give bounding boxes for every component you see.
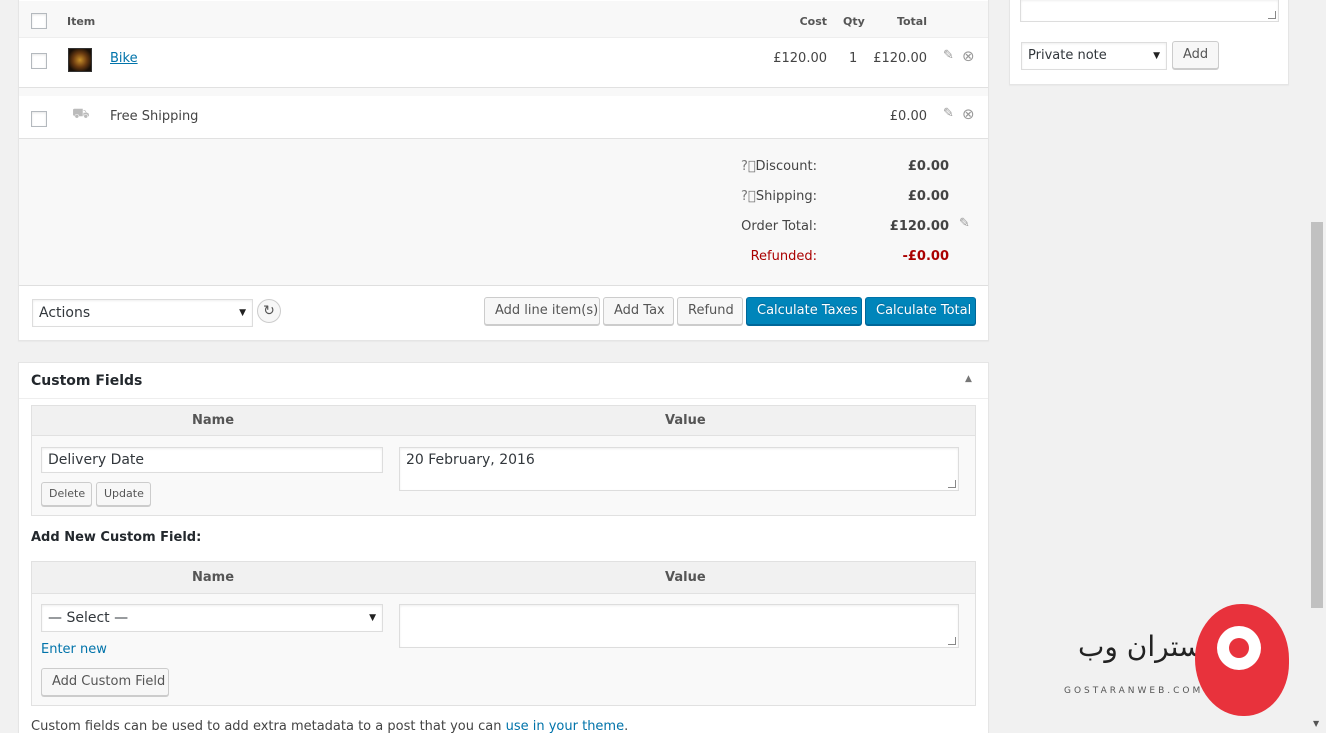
delete-field-button[interactable]: Delete: [41, 482, 92, 506]
select-all-checkbox[interactable]: [31, 13, 47, 29]
watermark-logo: گستران وب GOSTARANWEB.COM: [1060, 600, 1300, 720]
custom-fields-table-header: [32, 406, 975, 436]
value-column-header: Value: [665, 413, 706, 428]
scroll-down-arrow-icon[interactable]: ▼: [1313, 719, 1319, 728]
custom-field-value-text: 20 February, 2016: [406, 452, 535, 468]
shipping-name: Free Shipping: [110, 109, 199, 124]
scrollbar-thumb[interactable]: [1311, 222, 1323, 608]
discount-label: Discount:: [755, 159, 817, 174]
line-item-checkbox[interactable]: [31, 53, 47, 69]
shipping-value: £0.00: [907, 189, 949, 204]
custom-field-name-input[interactable]: Delivery Date: [41, 447, 383, 473]
edit-pencil-icon[interactable]: ✎: [943, 48, 954, 63]
edit-pencil-icon[interactable]: ✎: [943, 106, 954, 121]
watermark-domain-text: GOSTARANWEB.COM: [1064, 686, 1204, 696]
custom-fields-help-text: Custom fields can be used to add extra m…: [31, 719, 628, 733]
new-field-table-header: [32, 562, 975, 594]
product-thumbnail[interactable]: [68, 48, 92, 72]
chevron-down-icon: ▼: [369, 613, 376, 623]
row-separator: [19, 88, 988, 96]
add-custom-field-button[interactable]: Add Custom Field: [41, 668, 169, 696]
order-notes-panel: Private note ▼ Add: [1009, 0, 1289, 85]
custom-fields-panel: Custom Fields ▲ Name Value Delivery Date…: [18, 362, 989, 733]
qty-column-header: Qty: [843, 15, 865, 28]
note-textarea[interactable]: [1020, 0, 1279, 22]
delete-circle-icon[interactable]: ⊗: [962, 47, 975, 65]
actions-select-value: Actions: [39, 305, 91, 321]
product-link[interactable]: Bike: [110, 51, 138, 66]
custom-field-name-value: Delivery Date: [48, 452, 145, 468]
help-text-body: Custom fields can be used to add extra m…: [31, 719, 506, 733]
calculate-taxes-button[interactable]: Calculate Taxes: [746, 297, 862, 325]
resize-handle-icon[interactable]: [1268, 11, 1276, 19]
line-item-row: Bike £120.00 1 £120.00 ✎ ⊗: [19, 38, 988, 88]
edit-pencil-icon[interactable]: ✎: [959, 216, 970, 231]
name-column-header: Name: [192, 570, 235, 585]
resize-handle-icon[interactable]: [948, 480, 956, 488]
vertical-scrollbar[interactable]: ▼: [1308, 0, 1326, 733]
line-item-total: £120.00: [873, 51, 927, 66]
note-type-value: Private note: [1028, 48, 1107, 63]
collapse-arrow-icon[interactable]: ▲: [965, 374, 972, 384]
shipping-checkbox[interactable]: [31, 111, 47, 127]
reload-icon[interactable]: ↻: [257, 299, 281, 323]
shipping-row: ⛟ Free Shipping £0.00 ✎ ⊗: [19, 96, 988, 139]
add-line-items-button[interactable]: Add line item(s): [484, 297, 600, 325]
emblem-inner-dot: [1229, 638, 1249, 658]
custom-fields-table: Name Value Delivery Date 20 February, 20…: [31, 405, 976, 516]
delete-circle-icon[interactable]: ⊗: [962, 105, 975, 123]
add-tax-button[interactable]: Add Tax: [603, 297, 674, 325]
truck-icon: ⛟: [72, 106, 90, 122]
custom-fields-header[interactable]: Custom Fields ▲: [19, 363, 988, 399]
refunded-label: Refunded:: [750, 249, 817, 264]
use-in-theme-link[interactable]: use in your theme: [506, 719, 625, 733]
line-item-cost: £120.00: [773, 51, 827, 66]
custom-fields-title: Custom Fields: [31, 373, 143, 389]
watermark-emblem-icon: [1195, 604, 1289, 716]
refund-button[interactable]: Refund: [677, 297, 743, 325]
bulk-actions-select[interactable]: Actions ▼: [32, 299, 253, 327]
new-custom-field-table: Name Value — Select — ▼ Enter new Add Cu…: [31, 561, 976, 706]
order-total-value: £120.00: [889, 219, 949, 234]
order-items-panel: Item Cost Qty Total Bike £120.00 1 £120.…: [18, 0, 989, 341]
value-column-header: Value: [665, 570, 706, 585]
update-field-button[interactable]: Update: [96, 482, 151, 506]
calculate-total-button[interactable]: Calculate Total: [865, 297, 976, 325]
enter-new-link[interactable]: Enter new: [41, 642, 107, 657]
shipping-label: Shipping:: [755, 189, 817, 204]
total-column-header: Total: [896, 15, 927, 28]
note-type-select[interactable]: Private note ▼: [1021, 42, 1167, 70]
meta-key-select-value: — Select —: [48, 610, 129, 626]
totals-area: ?⃝ Discount: £0.00 ?⃝ Shipping: £0.00 Or…: [19, 139, 988, 286]
chevron-down-icon: ▼: [1153, 51, 1160, 61]
custom-field-value-textarea[interactable]: 20 February, 2016: [399, 447, 959, 491]
meta-key-select[interactable]: — Select — ▼: [41, 604, 383, 632]
shipping-total: £0.00: [889, 109, 927, 124]
name-column-header: Name: [192, 413, 235, 428]
discount-value: £0.00: [907, 159, 949, 174]
new-field-value-textarea[interactable]: [399, 604, 959, 648]
resize-handle-icon[interactable]: [948, 637, 956, 645]
cost-column-header: Cost: [799, 15, 827, 28]
refunded-value: -£0.00: [902, 249, 949, 264]
order-total-label: Order Total:: [741, 219, 817, 234]
add-note-button[interactable]: Add: [1172, 41, 1219, 69]
add-new-field-label: Add New Custom Field:: [31, 530, 202, 545]
item-column-header[interactable]: Item: [67, 15, 95, 28]
chevron-down-icon: ▼: [239, 308, 246, 318]
help-text-end: .: [624, 719, 629, 733]
